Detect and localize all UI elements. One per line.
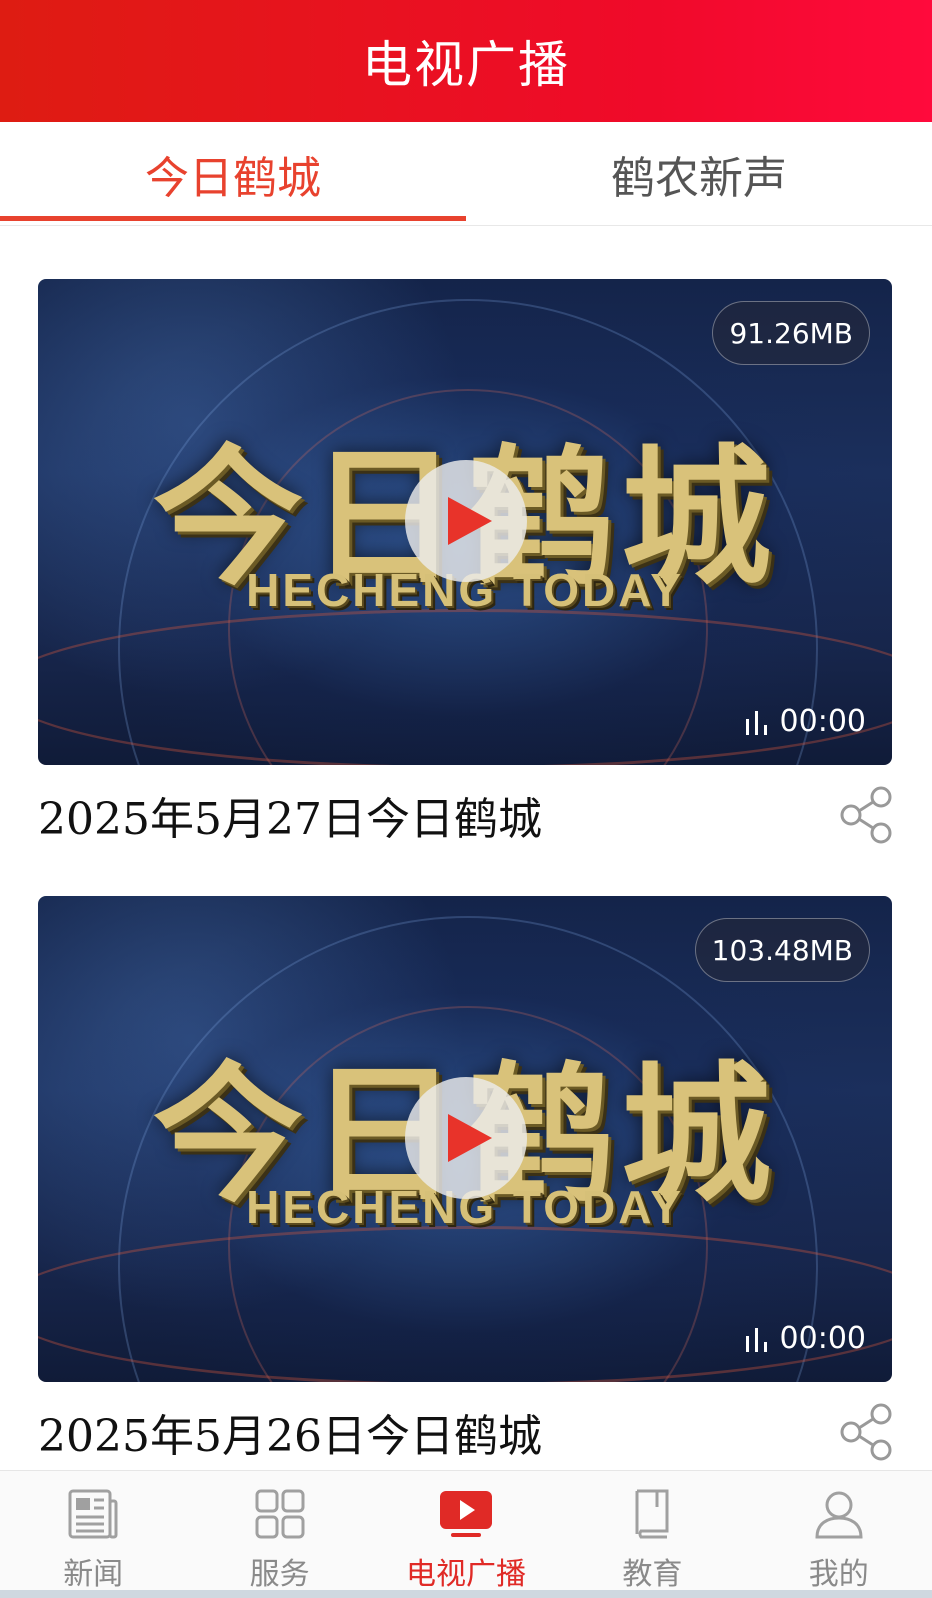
video-title-row: 2025年5月26日今日鹤城 — [38, 1382, 892, 1482]
nav-label: 教育 — [622, 1557, 683, 1592]
duration-display: 00:00 — [744, 1321, 866, 1356]
tab-henong-xinsheng[interactable]: 鹤农新声 — [466, 122, 932, 225]
nav-label: 电视广播 — [405, 1557, 526, 1592]
file-size-badge: 103.48MB — [694, 918, 870, 982]
video-card: 今日鹤城 HECHENG TODAY 103.48MB 00:00 2025年5… — [38, 896, 892, 1482]
share-icon[interactable] — [836, 1402, 896, 1462]
grid-icon — [255, 1489, 305, 1539]
video-title[interactable]: 2025年5月26日今日鹤城 — [38, 1400, 542, 1464]
play-button[interactable] — [405, 1077, 527, 1199]
play-button[interactable] — [405, 460, 527, 582]
video-title[interactable]: 2025年5月27日今日鹤城 — [38, 783, 542, 847]
book-icon — [635, 1489, 669, 1539]
user-icon — [815, 1491, 863, 1539]
video-thumbnail[interactable]: 今日鹤城 HECHENG TODAY 103.48MB 00:00 — [38, 896, 892, 1382]
play-icon — [448, 1114, 492, 1162]
tv-play-icon — [439, 1491, 492, 1537]
nav-item-services[interactable]: 服务 — [186, 1471, 372, 1598]
thumbnail-decoration — [38, 609, 892, 765]
file-size-badge: 91.26MB — [712, 301, 870, 365]
audio-bars-icon — [745, 1327, 767, 1352]
thumbnail-decoration — [38, 1226, 892, 1382]
video-card: 今日鹤城 HECHENG TODAY 91.26MB 00:00 2025年5月… — [38, 279, 892, 865]
top-header: 电视广播 — [0, 0, 932, 122]
page-title: 电视广播 — [362, 36, 570, 94]
nav-label: 服务 — [249, 1557, 310, 1592]
nav-label: 我的 — [808, 1557, 869, 1592]
newspaper-icon — [68, 1489, 118, 1539]
duration-text: 00:00 — [779, 1321, 866, 1356]
bottom-nav: 新闻 服务 电视广播 教育 我的 — [0, 1470, 932, 1598]
audio-bars-icon — [745, 710, 767, 735]
nav-label: 新闻 — [63, 1557, 124, 1592]
video-thumbnail[interactable]: 今日鹤城 HECHENG TODAY 91.26MB 00:00 — [38, 279, 892, 765]
nav-item-tv-broadcast[interactable]: 电视广播 — [373, 1471, 559, 1598]
nav-item-education[interactable]: 教育 — [559, 1471, 745, 1598]
nav-item-news[interactable]: 新闻 — [0, 1471, 186, 1598]
video-title-row: 2025年5月27日今日鹤城 — [38, 765, 892, 865]
play-icon — [448, 497, 492, 545]
duration-display: 00:00 — [744, 704, 866, 739]
channel-tabs: 今日鹤城 鹤农新声 — [0, 122, 932, 226]
nav-item-mine[interactable]: 我的 — [746, 1471, 932, 1598]
share-icon[interactable] — [836, 785, 896, 845]
app-root: 电视广播 今日鹤城 鹤农新声 今日鹤城 HECHENG TODAY 91.26M… — [0, 0, 932, 1598]
tab-jinri-hecheng[interactable]: 今日鹤城 — [0, 122, 466, 225]
duration-text: 00:00 — [779, 704, 866, 739]
system-bottom-bar — [0, 1590, 932, 1598]
